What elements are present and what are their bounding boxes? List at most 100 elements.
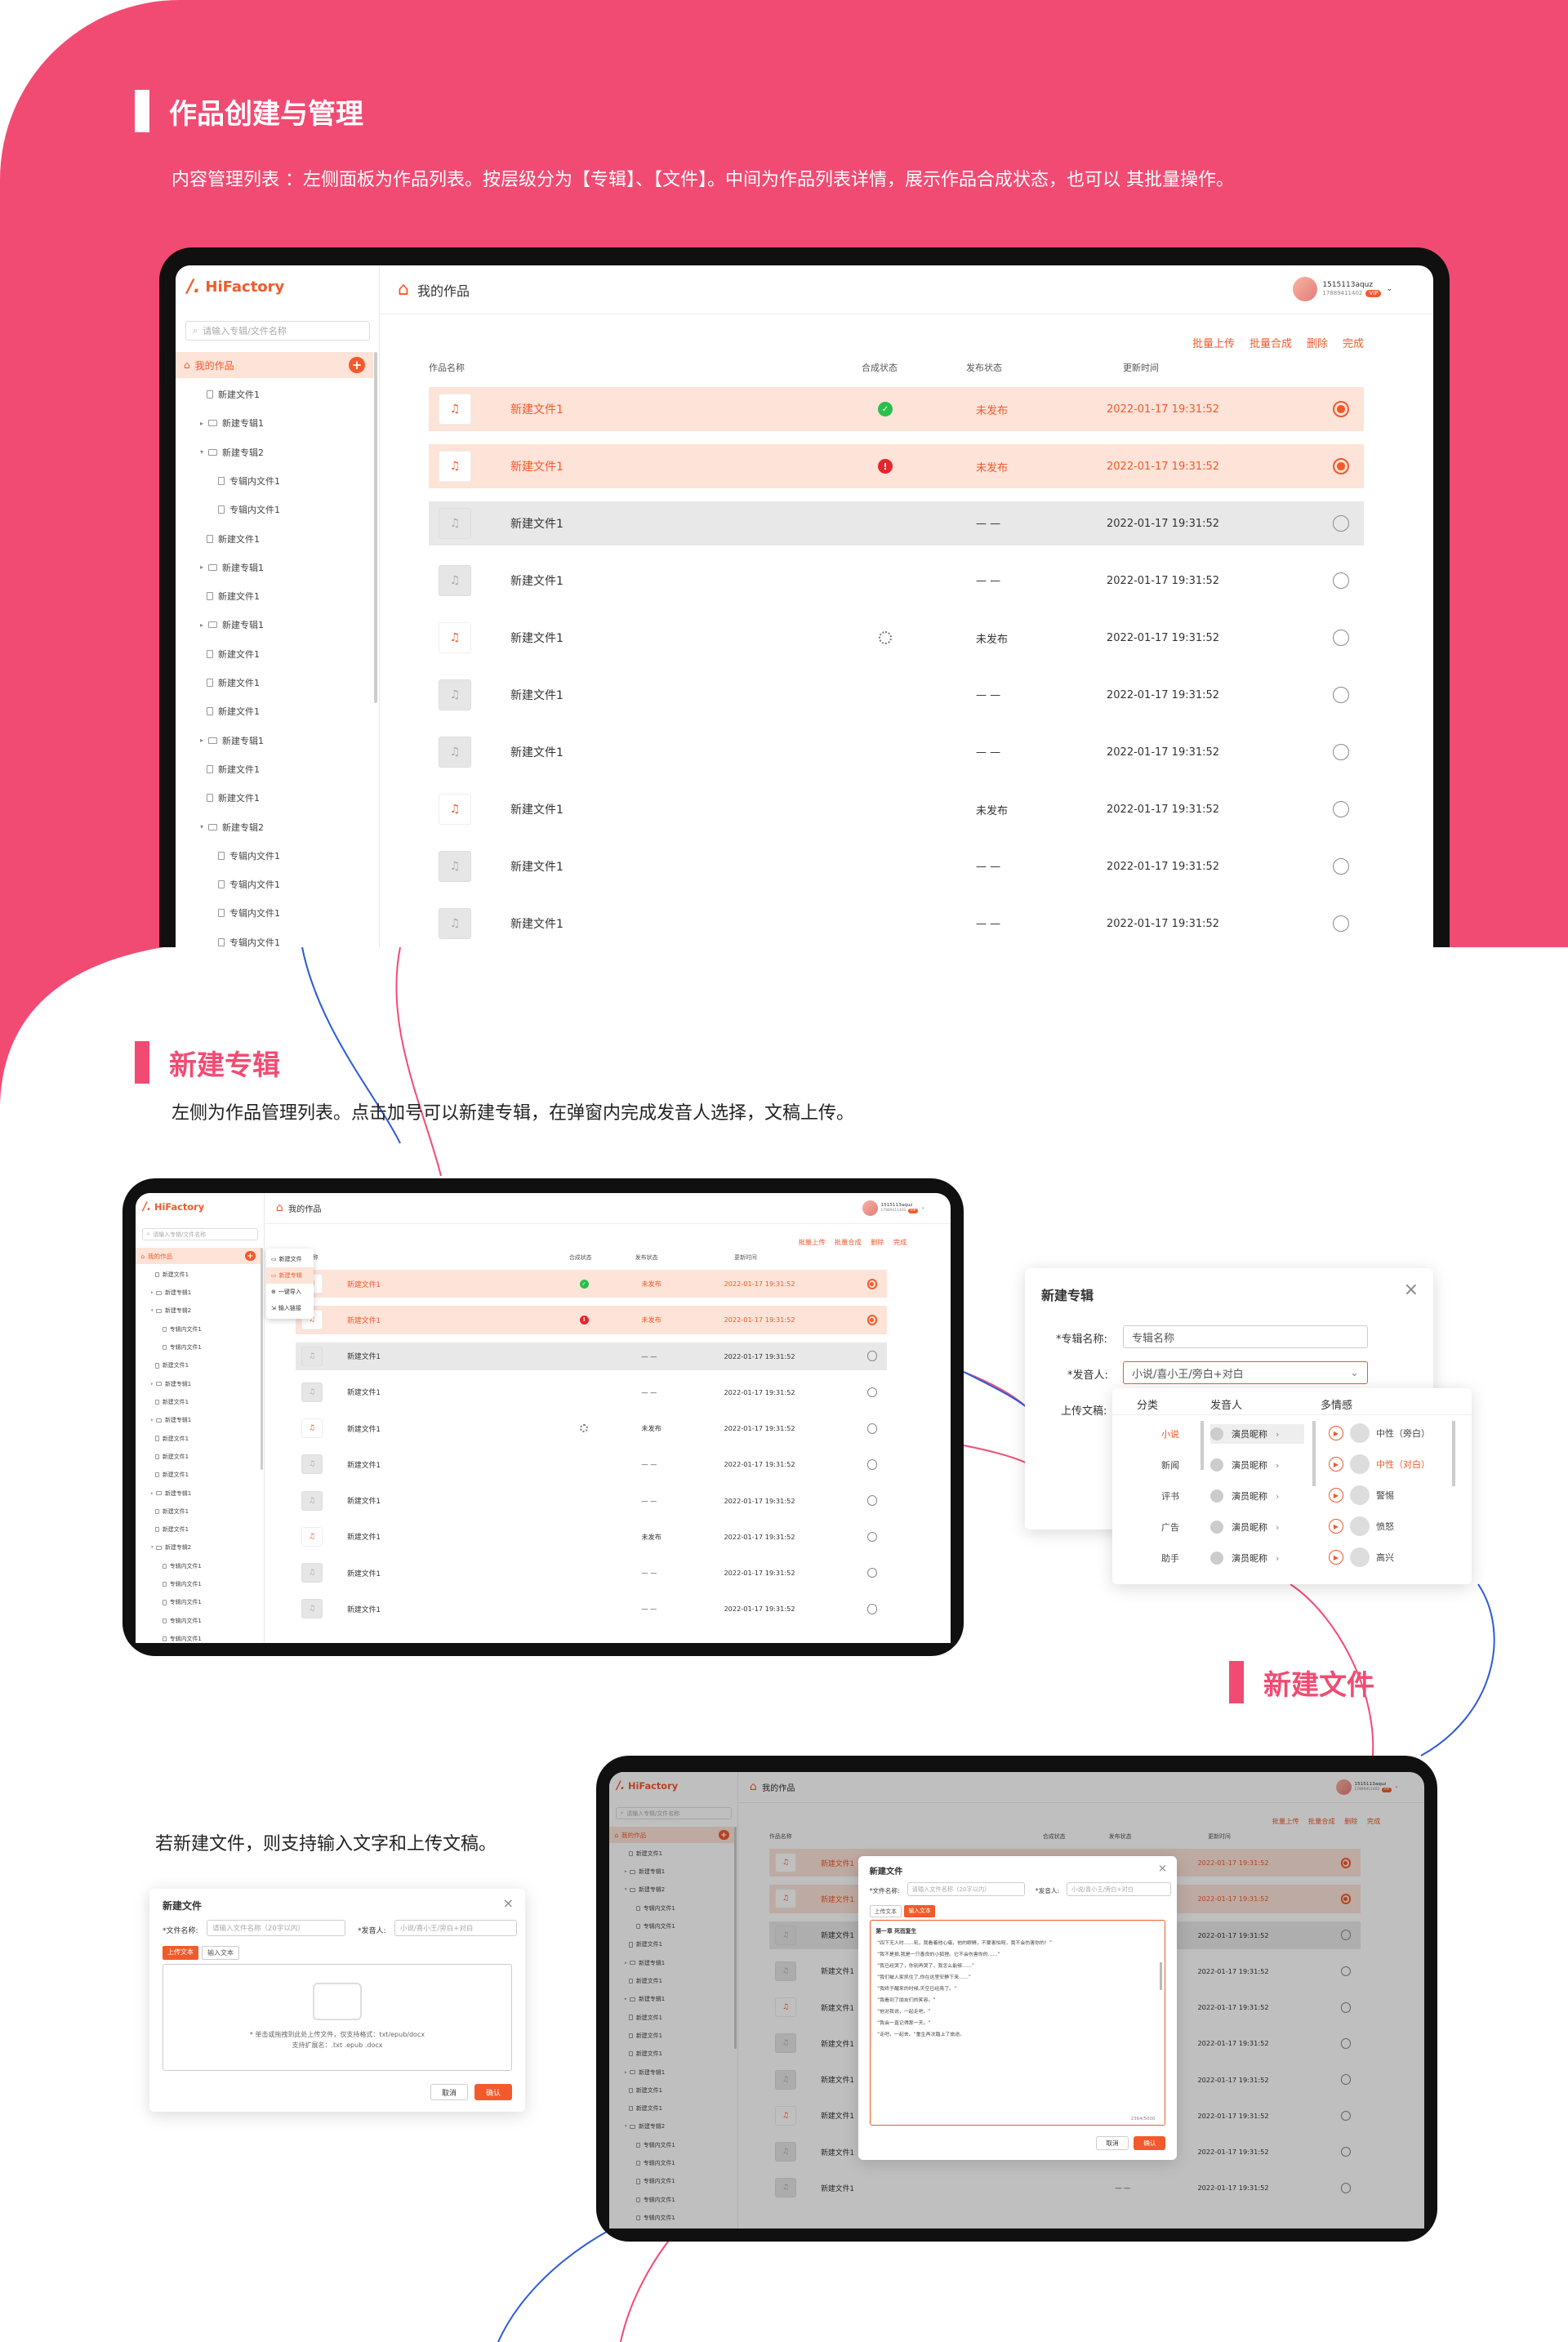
emotion-item[interactable]: ▶ 高兴 [1329,1547,1394,1567]
row-select-radio[interactable] [1333,458,1349,474]
new-album-menu-item[interactable]: ▭ 新建专辑 [266,1267,314,1284]
tree-file-item[interactable]: 专辑内文件1 [162,1635,202,1643]
table-row[interactable]: ♫ 新建文件1 — — 2022-01-17 19:31:52 [429,559,1364,603]
tree-file-item[interactable]: 专辑内文件1 [218,906,280,919]
speaker-item[interactable]: 演员昵称 › [1210,1424,1304,1444]
play-icon[interactable]: ▶ [1329,1426,1343,1440]
category-item[interactable]: 广告 [1161,1521,1179,1534]
search-input[interactable]: ⌕ 请输入专辑/文件名称 [141,1227,259,1241]
add-button[interactable]: + [245,1250,256,1262]
done-button[interactable]: 完成 [893,1237,906,1247]
play-icon[interactable]: ▶ [1329,1550,1343,1565]
row-select-radio[interactable] [1333,401,1349,417]
tree-album-item[interactable]: ▾ 新建专辑2 [151,1307,191,1315]
voice-select[interactable]: 小说/喜小王/旁白+对白 [394,1920,517,1936]
row-select-radio[interactable] [866,1567,878,1578]
table-row[interactable]: ♫ 新建文件1 未发布 2022-01-17 19:31:52 [429,787,1364,831]
tree-file-item[interactable]: 新建文件1 [207,791,260,804]
table-row[interactable]: ♫ 新建文件1 — — 2022-01-17 19:31:52 [429,673,1364,717]
home-icon[interactable]: ⌂ [398,279,409,300]
speaker-item[interactable]: 演员昵称 › [1210,1517,1304,1537]
batch-upload-button[interactable]: 批量上传 [799,1237,826,1247]
avatar[interactable] [862,1200,878,1216]
tree-file-item[interactable]: 新建文件1 [155,1525,189,1534]
tree-file-item[interactable]: 专辑内文件1 [218,878,280,891]
table-row[interactable]: ♫ 新建文件1 — — 2022-01-17 19:31:52 [429,844,1364,888]
chevron-right-icon[interactable]: ▸ [200,563,203,571]
tree-file-item[interactable]: 专辑内文件1 [162,1343,202,1351]
tree-file-item[interactable]: 新建文件1 [207,590,260,603]
table-row[interactable]: ♫ 新建文件1 — — 2022-01-17 19:31:52 [295,1342,887,1370]
tree-file-item[interactable]: 新建文件1 [155,1507,189,1516]
tab-upload-text[interactable]: 上传文本 [163,1946,198,1960]
tree-file-item[interactable]: 新建文件1 [155,1435,189,1443]
table-row[interactable]: ♫新建文件1!未发布2022-01-17 19:31:52 [429,444,1364,488]
picker-scrollbar[interactable] [1200,1421,1204,1470]
table-row[interactable]: ♫ 新建文件1 — — 2022-01-17 19:31:52 [296,1559,887,1587]
tree-file-item[interactable]: 专辑内文件1 [162,1580,202,1588]
tree-album-item[interactable]: ▾ 新建专辑2 [200,446,264,459]
chevron-down-icon[interactable]: ▾ [200,823,203,830]
table-row[interactable]: ♫新建文件1!未发布2022-01-17 19:31:52 [295,1306,887,1334]
tree-file-item[interactable]: 新建文件1 [207,676,260,689]
upload-dropzone[interactable]: * 单击或拖拽到此处上传文件，仅支持格式：txt/epub/docx 支持扩展名：… [163,1964,512,2071]
tab-input-text[interactable]: 输入文本 [202,1946,239,1960]
close-icon[interactable]: × [1404,1280,1419,1300]
row-select-radio[interactable] [1333,572,1349,589]
chevron-right-icon[interactable]: ▸ [200,737,203,744]
table-row[interactable]: ♫ 新建文件1 未发布 2022-01-17 19:31:52 [296,1523,887,1551]
row-select-radio[interactable] [1333,801,1349,817]
table-row[interactable]: ♫ 新建文件1 — — 2022-01-17 19:31:52 [296,1595,887,1623]
row-select-radio[interactable] [1333,744,1349,760]
tab-input-text[interactable]: 输入文本 [904,1904,935,1917]
batch-upload-button[interactable]: 批量上传 [1192,335,1235,350]
chevron-down-icon[interactable]: ▾ [151,1308,154,1313]
batch-synthesize-button[interactable]: 批量合成 [1250,335,1292,350]
tree-file-item[interactable]: 新建文件1 [207,763,260,776]
play-icon[interactable]: ▶ [1329,1457,1343,1472]
tree-file-item[interactable]: 新建文件1 [207,388,260,401]
row-select-radio[interactable] [866,1423,878,1434]
tree-album-item[interactable]: ▾ 新建专辑2 [151,1543,191,1552]
tab-upload-text[interactable]: 上传文本 [869,1904,902,1917]
cancel-button[interactable]: 取消 [430,2084,468,2100]
tree-album-item[interactable]: ▸ 新建专辑1 [200,618,264,631]
avatar[interactable] [1293,277,1318,301]
table-row[interactable]: ♫ 新建文件1 — — 2022-01-17 19:31:52 [296,1487,887,1515]
table-row[interactable]: ♫ 新建文件1 — — 2022-01-17 19:31:52 [296,1450,887,1478]
emotion-item[interactable]: ▶ 愤怒 [1329,1516,1394,1536]
chevron-down-icon[interactable]: ⌄ [921,1205,925,1210]
user-menu[interactable]: 1515113aquz 17889411402 VIP ⌄ [862,1200,925,1216]
tree-file-item[interactable]: 新建文件1 [207,705,260,718]
row-select-radio[interactable] [1333,515,1349,532]
row-select-radio[interactable] [1333,687,1349,703]
tree-file-item[interactable]: 专辑内文件1 [162,1617,202,1625]
table-row[interactable]: ♫新建文件1✓未发布2022-01-17 19:31:52 [295,1270,887,1298]
emotion-item[interactable]: ▶ 警惕 [1329,1485,1394,1505]
row-select-radio[interactable] [866,1459,878,1470]
picker-scrollbar[interactable] [1452,1421,1455,1486]
chevron-down-icon[interactable]: ⌄ [1386,285,1392,293]
row-select-radio[interactable] [866,1531,878,1543]
chevron-right-icon[interactable]: ▸ [200,621,203,629]
tree-file-item[interactable]: 新建文件1 [155,1453,189,1461]
play-icon[interactable]: ▶ [1329,1519,1343,1534]
done-button[interactable]: 完成 [1343,335,1364,350]
sidebar-scrollbar[interactable] [374,352,377,703]
tree-file-item[interactable]: 专辑内文件1 [218,849,280,862]
category-item[interactable]: 评书 [1161,1489,1179,1503]
tree-album-item[interactable]: ▸ 新建专辑1 [151,1416,191,1424]
category-item[interactable]: 助手 [1161,1552,1179,1565]
chevron-right-icon[interactable]: ▸ [151,1382,154,1387]
table-row[interactable]: ♫ 新建文件1 — — 2022-01-17 19:31:52 [429,501,1364,545]
text-input-area[interactable]: 第一章 死而复生 “四下无人时……吼，我看着他心痛，他的眼睛，不要害怕呀，我不会伤… [869,1920,1166,2126]
tree-file-item[interactable]: 专辑内文件1 [218,474,280,488]
speaker-item[interactable]: 演员昵称 › [1210,1486,1304,1506]
table-row[interactable]: ♫ 新建文件1 未发布 2022-01-17 19:31:52 [429,616,1364,660]
sidebar-scrollbar[interactable] [261,1247,263,1470]
chevron-down-icon[interactable]: ▾ [200,448,203,456]
row-select-radio[interactable] [1333,858,1349,875]
row-select-radio[interactable] [866,1604,878,1614]
new-file-menu-item[interactable]: ▭ 新建文件 [266,1251,314,1267]
tree-file-item[interactable]: 专辑内文件1 [218,936,280,947]
